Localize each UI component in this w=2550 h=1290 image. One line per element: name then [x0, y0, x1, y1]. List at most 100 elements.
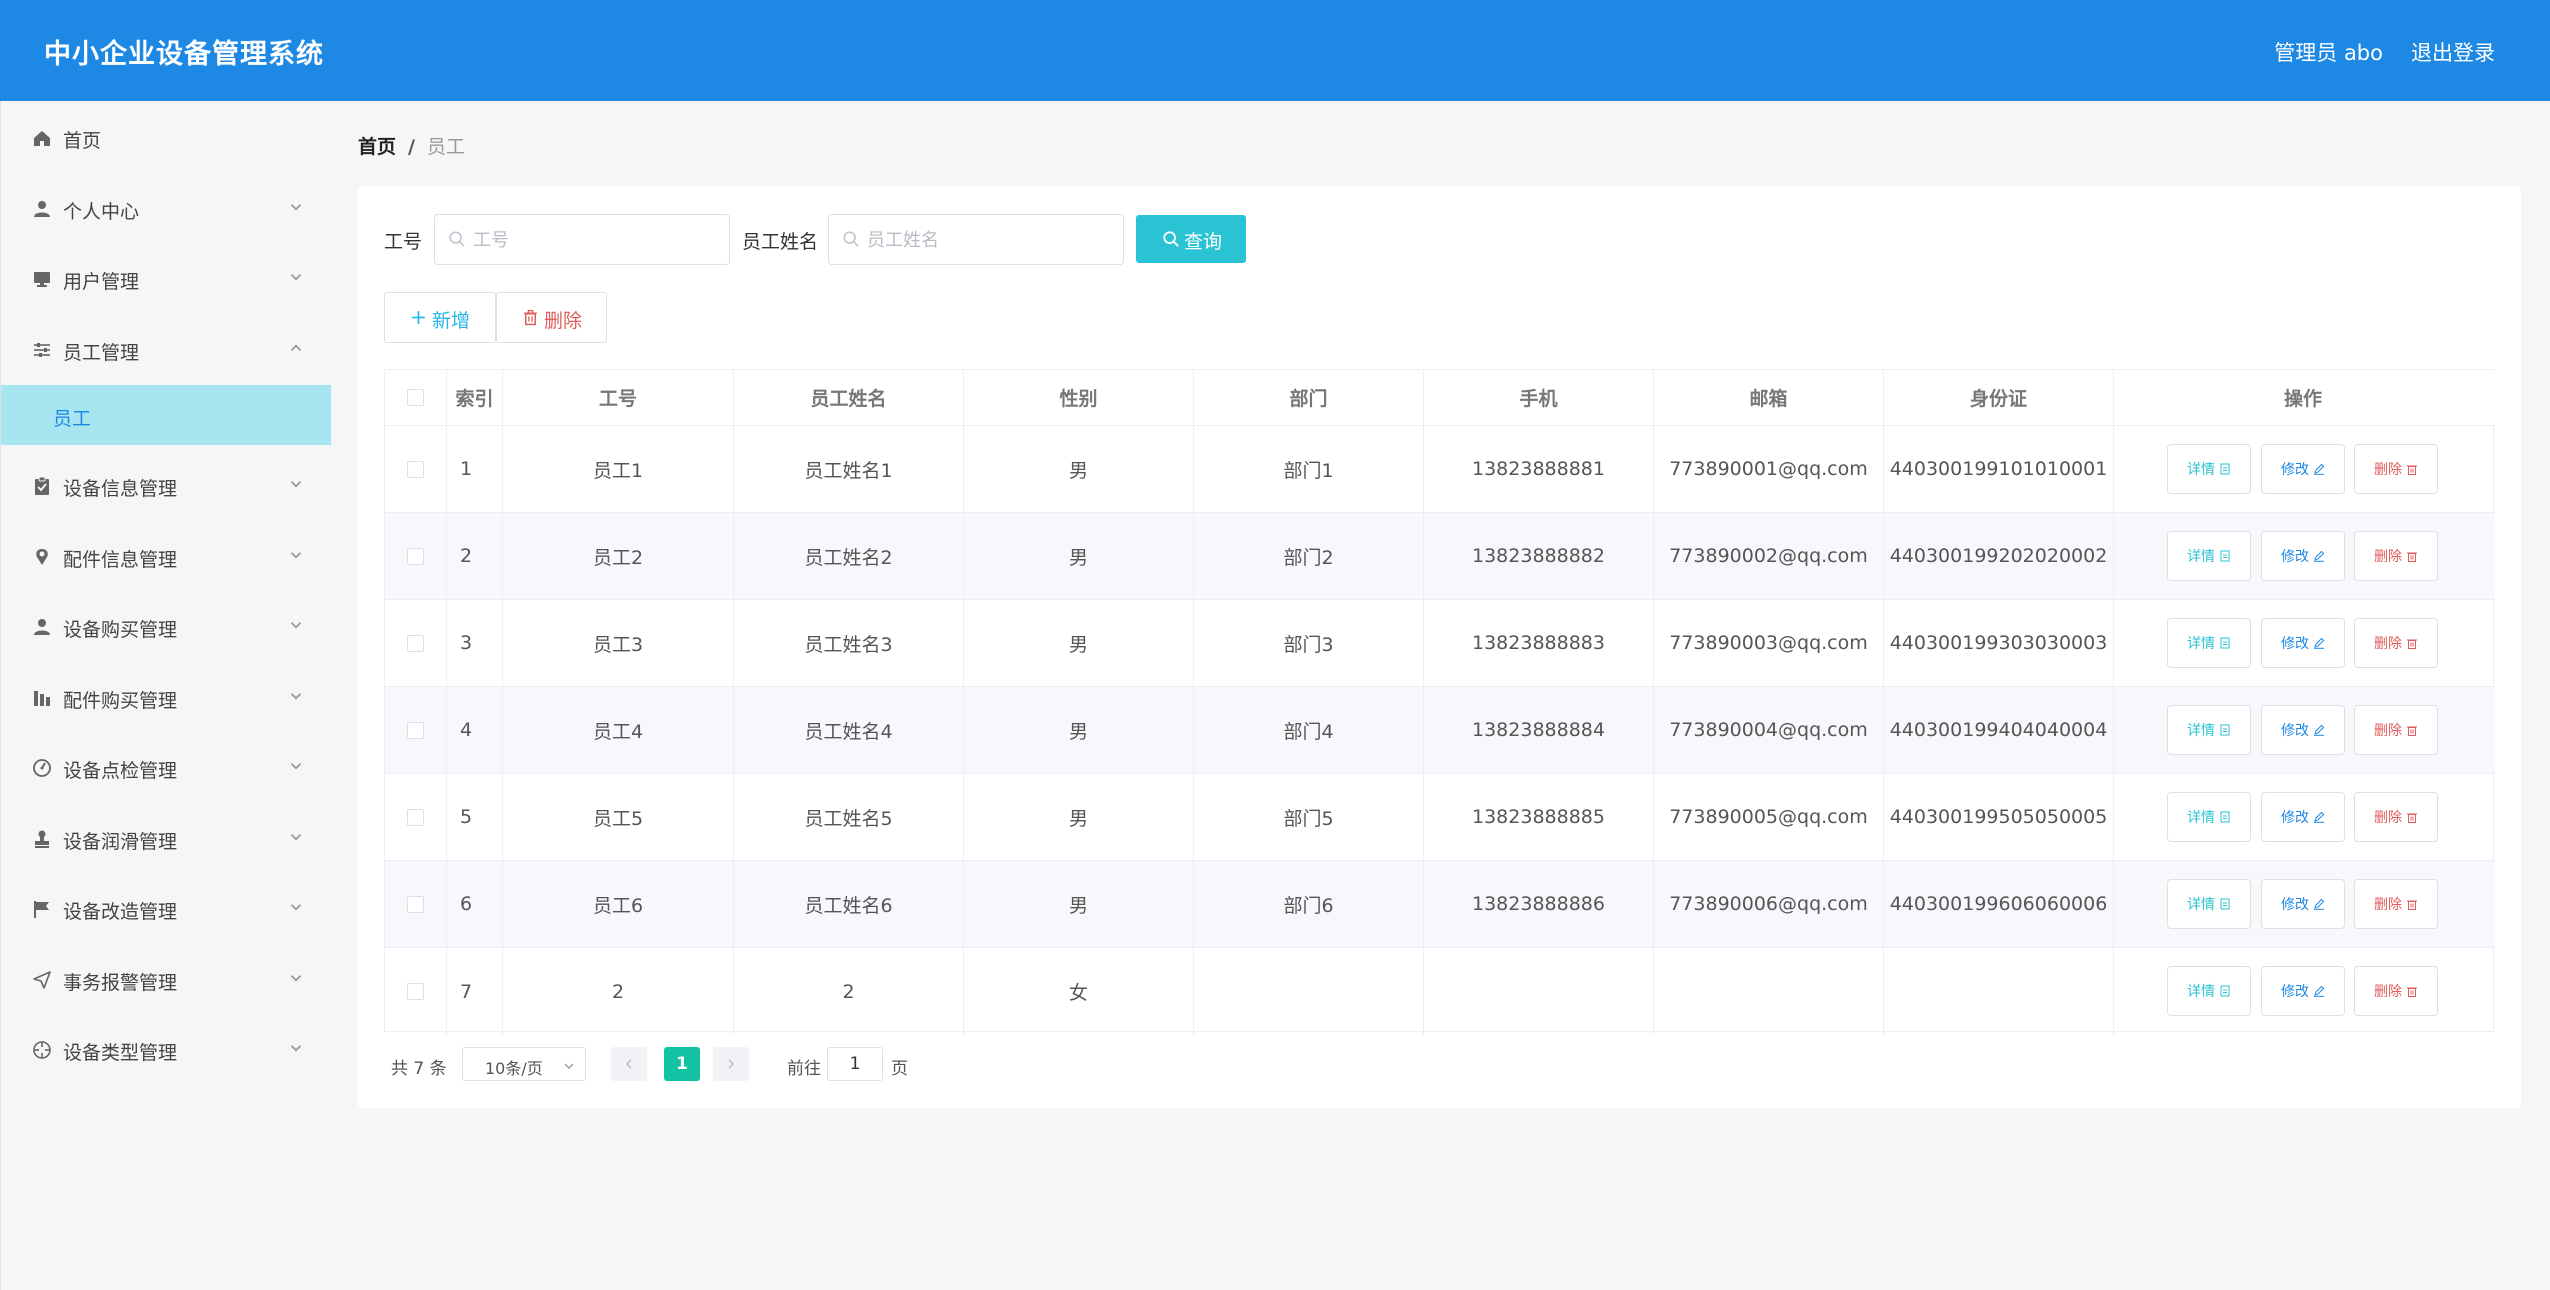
batch-delete-button-label: 删除 [544, 310, 583, 332]
delete-button[interactable]: 删除 [2354, 531, 2438, 581]
cell-index: 5 [447, 774, 503, 860]
detail-button[interactable]: 详情 [2167, 531, 2251, 581]
sidebar-item-9[interactable]: 设备润滑管理 [1, 808, 331, 868]
sidebar-item-5[interactable]: 配件信息管理 [1, 526, 331, 586]
sidebar-item-1[interactable]: 个人中心 [1, 178, 331, 238]
flag-icon [31, 898, 53, 920]
delete-button[interactable]: 删除 [2354, 444, 2438, 494]
file-icon [2220, 463, 2230, 475]
edit-button[interactable]: 修改 [2261, 618, 2345, 668]
cell-operations: 详情 修改 删除 [2114, 600, 2492, 686]
edit-button[interactable]: 修改 [2261, 792, 2345, 842]
batch-delete-button[interactable]: 删除 [496, 292, 607, 343]
sidebar-item-3[interactable]: 员工管理 [1, 319, 331, 379]
trash-icon [2407, 465, 2417, 475]
trash-icon [2407, 813, 2417, 823]
detail-button[interactable]: 详情 [2167, 879, 2251, 929]
logout-link[interactable]: 退出登录 [2411, 37, 2495, 67]
cell-name: 员工姓名3 [734, 600, 964, 686]
sidebar-item-4[interactable]: 设备信息管理 [1, 455, 331, 515]
cell-gender: 男 [964, 687, 1194, 773]
delete-button[interactable]: 删除 [2354, 879, 2438, 929]
sidebar-item-0[interactable]: 首页 [1, 107, 331, 167]
detail-button[interactable]: 详情 [2167, 618, 2251, 668]
breadcrumb: 首页 / 员工 [358, 132, 465, 159]
delete-button[interactable]: 删除 [2354, 792, 2438, 842]
detail-button-label: 详情 [2187, 897, 2215, 913]
delete-button[interactable]: 删除 [2354, 618, 2438, 668]
row-checkbox[interactable] [407, 808, 424, 826]
detail-button-label: 详情 [2187, 549, 2215, 565]
table-row: 2 员工2 员工姓名2 男部门2 13823888882 773890002@qq.com… [385, 513, 2495, 600]
row-checkbox[interactable] [407, 547, 424, 565]
edit-button[interactable]: 修改 [2261, 879, 2345, 929]
sidebar-item-7[interactable]: 配件购买管理 [1, 667, 331, 727]
search-icon [843, 231, 859, 247]
sliders-icon [31, 339, 53, 361]
sidebar-item-10[interactable]: 设备改造管理 [1, 878, 331, 938]
select-all-checkbox[interactable] [407, 389, 424, 406]
sidebar-item-2[interactable]: 用户管理 [1, 248, 331, 308]
row-checkbox[interactable] [407, 634, 424, 652]
stamp-icon [31, 828, 53, 850]
row-checkbox[interactable] [407, 895, 424, 913]
column-header: 身份证 [1884, 370, 2114, 425]
chevron-left-icon [626, 1059, 632, 1069]
sidebar-item-6[interactable]: 设备购买管理 [1, 596, 331, 656]
delete-button-label: 删除 [2374, 723, 2402, 739]
employee-name-field[interactable] [828, 214, 1124, 265]
delete-button[interactable]: 删除 [2354, 966, 2438, 1016]
search-icon [1163, 231, 1179, 247]
search-icon [449, 231, 465, 247]
page-size-select[interactable]: 10条/页 [462, 1047, 586, 1081]
edit-button[interactable]: 修改 [2261, 531, 2345, 581]
sidebar-item-12[interactable]: 设备类型管理 [1, 1019, 331, 1079]
sidebar-item-8[interactable]: 设备点检管理 [1, 737, 331, 797]
breadcrumb-home[interactable]: 首页 [358, 136, 396, 158]
row-checkbox[interactable] [407, 460, 424, 478]
row-checkbox[interactable] [407, 721, 424, 739]
cell-select [385, 861, 447, 947]
goto-page-input[interactable] [827, 1047, 883, 1081]
edit-button[interactable]: 修改 [2261, 705, 2345, 755]
cell-phone: 13823888882 [1424, 513, 1654, 599]
table-header: 索引 工号 员工姓名 性别 部门 手机 邮箱 身份证 操作 [385, 370, 2495, 426]
cell-idcard: 440300199606060006 [1884, 861, 2114, 947]
cell-index: 4 [447, 687, 503, 773]
user-icon [31, 198, 53, 220]
file-icon [2220, 724, 2230, 736]
next-page-button[interactable] [713, 1047, 749, 1081]
cell-email: 773890001@qq.com [1654, 426, 1884, 512]
cell-idcard: 440300199202020002 [1884, 513, 2114, 599]
sidebar-item-11[interactable]: 事务报警管理 [1, 949, 331, 1009]
edit-button-label: 修改 [2281, 462, 2309, 478]
cell-gender: 男 [964, 861, 1194, 947]
edit-button[interactable]: 修改 [2261, 444, 2345, 494]
sidebar-item-label: 员工管理 [63, 341, 140, 364]
query-button[interactable]: 查询 [1136, 215, 1246, 263]
delete-button[interactable]: 删除 [2354, 705, 2438, 755]
cell-email: 773890002@qq.com [1654, 513, 1884, 599]
add-button[interactable]: 新增 [384, 292, 496, 343]
detail-button[interactable]: 详情 [2167, 705, 2251, 755]
chevron-down-icon [564, 1063, 574, 1069]
detail-button[interactable]: 详情 [2167, 444, 2251, 494]
delete-button-label: 删除 [2374, 549, 2402, 565]
sidebar: 首页个人中心用户管理员工管理员工设备信息管理 配件信息管理 设备购买管理 配件购买管理… [0, 101, 331, 1290]
detail-button[interactable]: 详情 [2167, 792, 2251, 842]
cell-select [385, 948, 447, 1035]
page-number[interactable]: 1 [664, 1047, 700, 1081]
edit-button[interactable]: 修改 [2261, 966, 2345, 1016]
file-icon [2220, 985, 2230, 997]
employee-name-input[interactable] [867, 227, 1107, 253]
pencil-icon [2314, 463, 2325, 475]
cell-id: 员工2 [503, 513, 734, 599]
detail-button[interactable]: 详情 [2167, 966, 2251, 1016]
row-checkbox[interactable] [407, 983, 424, 1000]
sidebar-subitem-employee[interactable]: 员工 [1, 385, 331, 445]
employee-id-input[interactable] [473, 227, 713, 253]
prev-page-button[interactable] [611, 1047, 647, 1081]
employee-id-field[interactable] [434, 214, 730, 265]
table-row: 1 员工1 员工姓名1 男部门1 13823888881 773890001@qq.com… [385, 426, 2495, 513]
cell-select [385, 426, 447, 512]
